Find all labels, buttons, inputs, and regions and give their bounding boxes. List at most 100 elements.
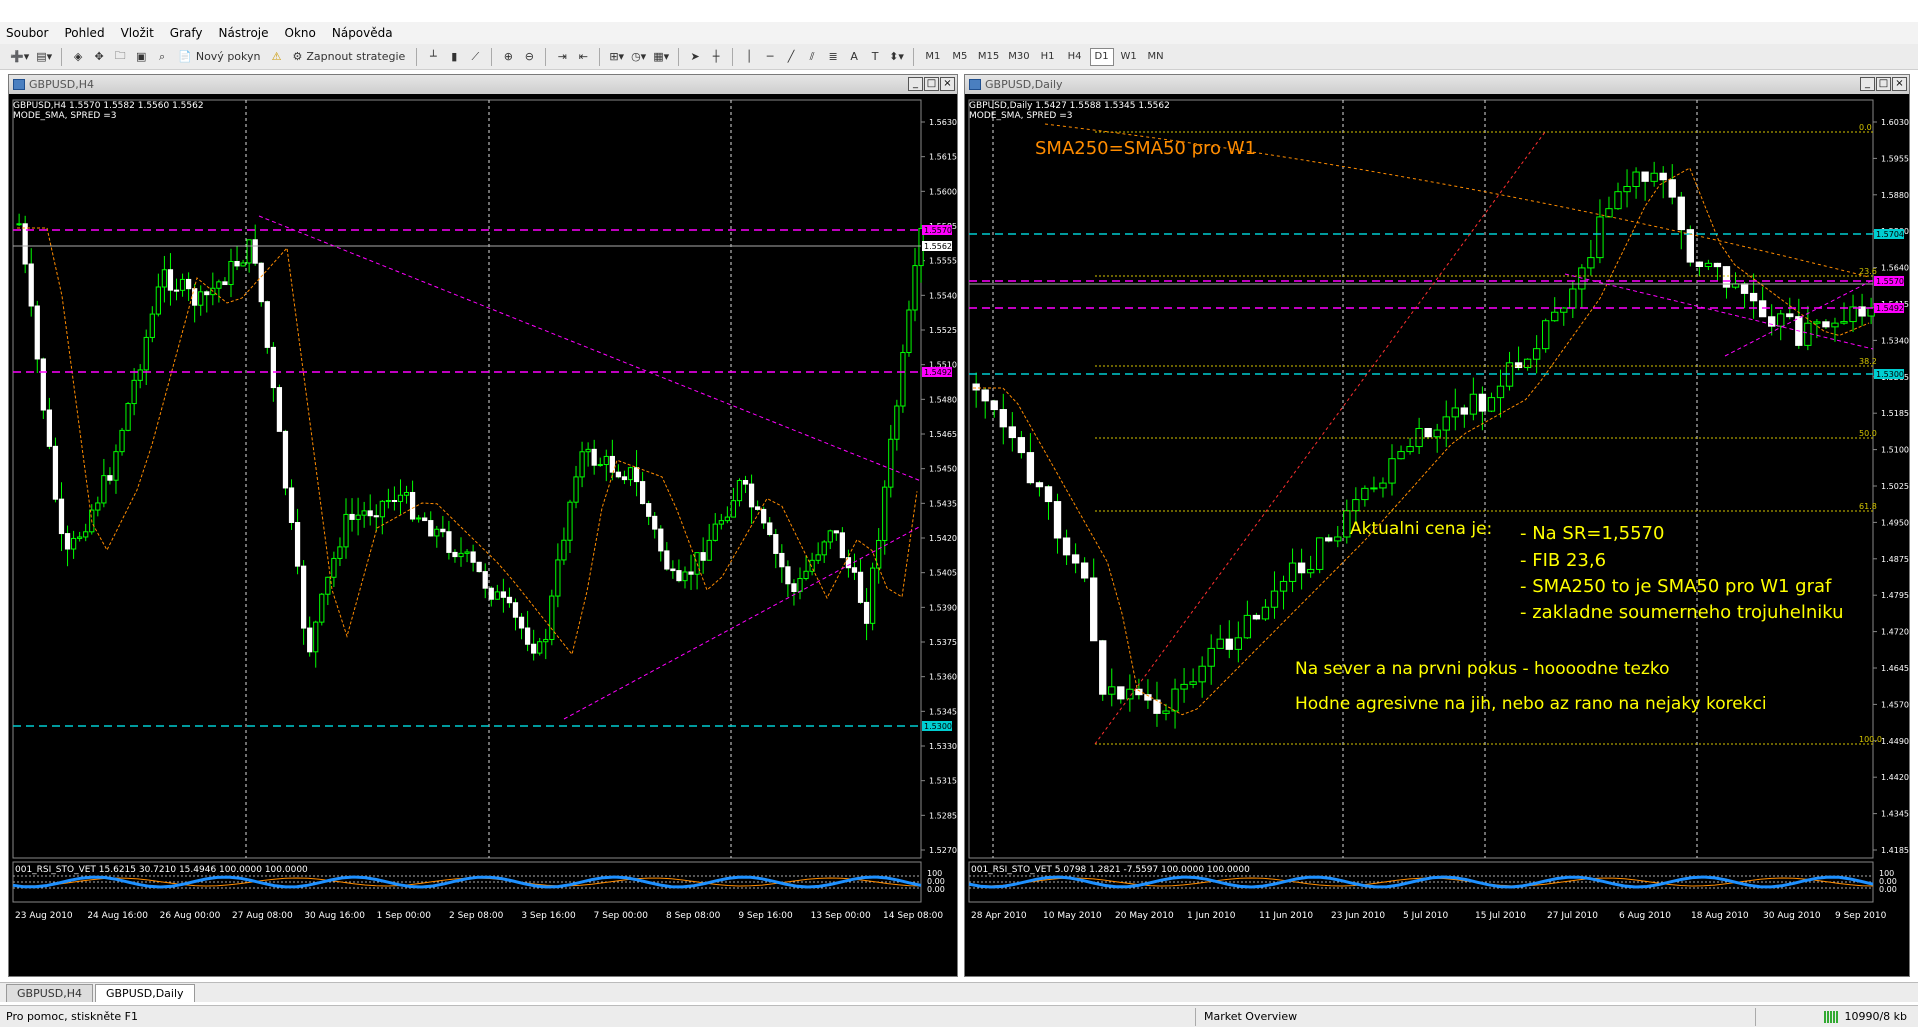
profiles-icon[interactable]: ▤▾ [34, 47, 54, 67]
tab-gbpusd-daily[interactable]: GBPUSD,Daily [94, 984, 195, 1002]
periods-icon[interactable]: ◷▾ [629, 47, 648, 67]
candle [779, 552, 785, 568]
new-chart-icon[interactable]: ➕▾ [8, 47, 31, 67]
candle [1478, 393, 1487, 412]
window-titlebar[interactable]: GBPUSD,Daily _ □ × [965, 75, 1909, 94]
tf-d1[interactable]: D1 [1089, 47, 1114, 66]
indicators-icon[interactable]: ⊞▾ [607, 47, 626, 67]
trendline-icon[interactable]: ╱ [782, 47, 800, 67]
candle [403, 491, 410, 496]
chart-window-daily[interactable]: GBPUSD,Daily _ □ × GBPUSD,Daily 1.5427 1.5… [964, 74, 1910, 977]
candle [1153, 699, 1161, 714]
horizontal-line-icon[interactable]: ─ [761, 47, 779, 67]
text-icon[interactable]: A [845, 47, 863, 67]
candle [851, 567, 858, 573]
candle [718, 520, 724, 525]
zoom-out-icon[interactable]: ⊖ [520, 47, 538, 67]
tf-m1[interactable]: M1 [921, 48, 945, 66]
candle [670, 568, 676, 572]
chart-window-icon [969, 79, 981, 90]
price-tick-label: 1.5340 [1881, 336, 1909, 345]
minimize-button[interactable]: _ [1860, 77, 1875, 91]
candle [416, 517, 422, 520]
tf-m15[interactable]: M15 [975, 48, 1002, 66]
candle [113, 451, 119, 481]
market-watch-icon[interactable]: ◈ [69, 47, 87, 67]
navigator-icon[interactable]: ✥ [90, 47, 108, 67]
close-button[interactable]: × [1892, 77, 1907, 91]
tf-h4[interactable]: H4 [1063, 48, 1087, 66]
candle [682, 571, 688, 582]
terminal-icon[interactable]: ▣ [132, 47, 150, 67]
chart-window-h4[interactable]: GBPUSD,H4 _ □ × GBPUSD,H4 1.5570 1.5582 1.… [8, 74, 958, 977]
menu-nastroje[interactable]: Nástroje [219, 26, 269, 40]
candle [143, 336, 149, 371]
price-chart[interactable]: GBPUSD,Daily 1.5427 1.5588 1.5345 1.5562… [965, 94, 1909, 976]
candle [470, 551, 476, 563]
menu-pohled[interactable]: Pohled [64, 26, 104, 40]
candle [385, 500, 391, 503]
tab-gbpusd-h4[interactable]: GBPUSD,H4 [6, 984, 93, 1002]
candle [591, 448, 597, 466]
tf-w1[interactable]: W1 [1117, 48, 1141, 66]
line-chart-icon[interactable]: ⟋ [466, 47, 484, 67]
candle [1216, 638, 1224, 649]
maximize-button[interactable]: □ [1876, 77, 1891, 91]
bar-chart-icon[interactable]: ┴ [424, 47, 442, 67]
folder-icon[interactable]: 🗀 [111, 47, 129, 67]
zoom-in-icon[interactable]: ⊕ [499, 47, 517, 67]
fibonacci-icon[interactable]: ≣ [824, 47, 842, 67]
close-button[interactable]: × [940, 77, 955, 91]
menu-napoveda[interactable]: Nápověda [332, 26, 393, 40]
tester-icon[interactable]: ⌕ [153, 47, 171, 67]
candle [603, 455, 609, 466]
candle [1044, 486, 1053, 503]
warning-icon[interactable]: ⚠ [268, 47, 286, 67]
menu-okno[interactable]: Okno [285, 26, 316, 40]
tf-m30[interactable]: M30 [1005, 48, 1032, 66]
arrows-icon[interactable]: ⬍▾ [887, 47, 906, 67]
time-tick-label: 7 Sep 00:00 [594, 911, 649, 921]
candle [1623, 186, 1631, 193]
templates-icon[interactable]: ▦▾ [651, 47, 671, 67]
time-tick-label: 30 Aug 2010 [1763, 911, 1821, 921]
price-tick-label: 1.5330 [929, 742, 957, 751]
price-tick-label: 1.4490 [1881, 737, 1909, 746]
start-strategy-button[interactable]: ⚙ Zapnout strategie [289, 47, 410, 67]
candle [1370, 487, 1378, 490]
candle [1189, 681, 1197, 685]
menu-vlozit[interactable]: Vložit [121, 26, 154, 40]
maximize-button[interactable]: □ [924, 77, 939, 91]
new-order-button[interactable]: 📄 Nový pokyn [174, 47, 264, 67]
tf-m5[interactable]: M5 [948, 48, 972, 66]
tf-h1[interactable]: H1 [1036, 48, 1060, 66]
indicator-label: 001_RSI_STO_VET 5.0798 1.2821 -7.5597 10… [971, 865, 1250, 875]
label-icon[interactable]: T [866, 47, 884, 67]
candle [1804, 322, 1812, 346]
time-tick-label: 23 Jun 2010 [1331, 911, 1385, 921]
candle [1026, 452, 1035, 484]
price-tag-1492: 1.5492 [1876, 304, 1904, 313]
autoscroll-icon[interactable]: ⇥ [553, 47, 571, 67]
candle [46, 409, 53, 447]
menu-soubor[interactable]: Soubor [6, 26, 48, 40]
price-chart[interactable]: GBPUSD,H4 1.5570 1.5582 1.5560 1.5562MOD… [9, 94, 957, 976]
minimize-button[interactable]: _ [908, 77, 923, 91]
candle [652, 515, 658, 530]
tf-mn[interactable]: MN [1144, 48, 1168, 66]
cursor-icon[interactable]: ➤ [686, 47, 704, 67]
candle [337, 546, 343, 559]
time-tick-label: 15 Jul 2010 [1475, 911, 1526, 921]
crosshair-icon[interactable]: ┼ [707, 47, 725, 67]
menu-grafy[interactable]: Grafy [170, 26, 203, 40]
chart-shift-icon[interactable]: ⇤ [574, 47, 592, 67]
vertical-line-icon[interactable]: │ [740, 47, 758, 67]
candle-chart-icon[interactable]: ▮ [445, 47, 463, 67]
candle [609, 455, 615, 473]
channel-icon[interactable]: ⫽ [803, 47, 821, 67]
candle [579, 451, 585, 478]
window-titlebar[interactable]: GBPUSD,H4 _ □ × [9, 75, 957, 94]
candle [1614, 191, 1622, 210]
time-tick-label: 14 Sep 08:00 [883, 911, 943, 921]
candle [1813, 321, 1821, 324]
